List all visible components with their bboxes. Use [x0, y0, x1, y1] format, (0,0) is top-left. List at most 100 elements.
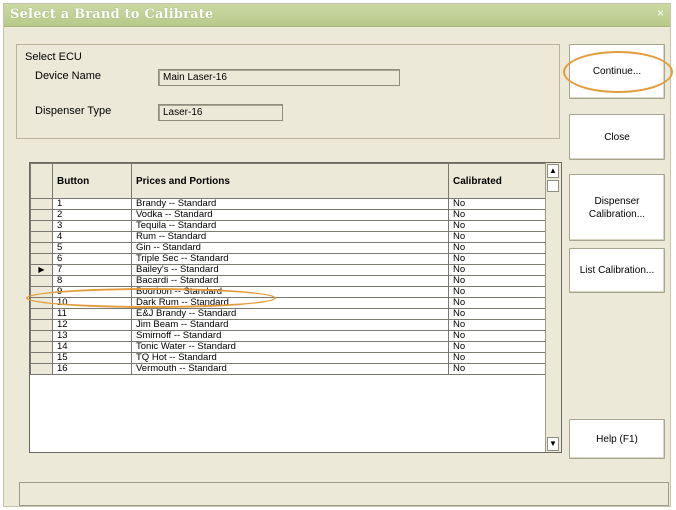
- help-button[interactable]: Help (F1): [569, 419, 665, 459]
- title-bar[interactable]: Select a Brand to Calibrate ×: [4, 4, 670, 27]
- continue-button[interactable]: Continue...: [569, 44, 665, 99]
- close-button-label: Close: [604, 131, 630, 143]
- cell-calibrated: No: [448, 198, 547, 210]
- cell-prices-portions: Vodka -- Standard: [131, 209, 449, 221]
- cell-prices-portions: Bailey's -- Standard: [131, 264, 449, 276]
- cell-button: 16: [52, 363, 132, 375]
- scroll-up-arrow-icon[interactable]: ▲: [547, 164, 559, 178]
- help-button-label: Help (F1): [596, 433, 638, 445]
- column-header-calibrated[interactable]: Calibrated: [448, 163, 547, 199]
- table-row[interactable]: 8 Bacardi -- Standard No: [30, 275, 547, 287]
- scroll-thumb[interactable]: [547, 180, 559, 192]
- cell-prices-portions: Gin -- Standard: [131, 242, 449, 254]
- cell-prices-portions: TQ Hot -- Standard: [131, 352, 449, 364]
- row-selector[interactable]: [30, 220, 53, 232]
- cell-button: 8: [52, 275, 132, 287]
- row-selector[interactable]: [30, 352, 53, 364]
- table-row[interactable]: 16 Vermouth -- Standard No: [30, 363, 547, 375]
- table-row[interactable]: 11 E&J Brandy -- Standard No: [30, 308, 547, 320]
- close-window-icon[interactable]: ×: [657, 6, 664, 20]
- cell-button: 12: [52, 319, 132, 331]
- row-selector[interactable]: [30, 253, 53, 265]
- row-selector[interactable]: [30, 275, 53, 287]
- cell-prices-portions: Rum -- Standard: [131, 231, 449, 243]
- cell-button: 2: [52, 209, 132, 221]
- cell-prices-portions: Bourbon -- Standard: [131, 286, 449, 298]
- grid-header-row: Button Prices and Portions Calibrated: [30, 163, 547, 199]
- row-selector[interactable]: [30, 297, 53, 309]
- select-ecu-label: Select ECU: [25, 51, 82, 63]
- cell-prices-portions: Vermouth -- Standard: [131, 363, 449, 375]
- cell-calibrated: No: [448, 209, 547, 221]
- cell-button: 4: [52, 231, 132, 243]
- cell-prices-portions: Bacardi -- Standard: [131, 275, 449, 287]
- cell-prices-portions: Triple Sec -- Standard: [131, 253, 449, 265]
- row-selector[interactable]: [30, 319, 53, 331]
- grid-vertical-scrollbar[interactable]: ▲ ▼: [545, 163, 561, 452]
- cell-button: 9: [52, 286, 132, 298]
- device-name-label: Device Name: [35, 70, 102, 82]
- close-button[interactable]: Close: [569, 114, 665, 160]
- table-row[interactable]: 12 Jim Beam -- Standard No: [30, 319, 547, 331]
- scroll-down-arrow-icon[interactable]: ▼: [547, 437, 559, 451]
- row-selector-header: [30, 163, 53, 199]
- cell-prices-portions: Brandy -- Standard: [131, 198, 449, 210]
- cell-calibrated: No: [448, 220, 547, 232]
- row-selector[interactable]: [30, 330, 53, 342]
- table-row[interactable]: 2 Vodka -- Standard No: [30, 209, 547, 221]
- row-selector[interactable]: [30, 286, 53, 298]
- table-row[interactable]: 13 Smirnoff -- Standard No: [30, 330, 547, 342]
- cell-button: 1: [52, 198, 132, 210]
- cell-button: 5: [52, 242, 132, 254]
- cell-button: 13: [52, 330, 132, 342]
- row-selector[interactable]: [30, 308, 53, 320]
- brand-grid[interactable]: Button Prices and Portions Calibrated 1B…: [29, 162, 562, 453]
- cell-button: 3: [52, 220, 132, 232]
- cell-calibrated: No: [448, 242, 547, 254]
- window-title: Select a Brand to Calibrate: [10, 7, 214, 22]
- table-row[interactable]: 14 Tonic Water -- Standard No: [30, 341, 547, 353]
- table-row[interactable]: 15 TQ Hot -- Standard No: [30, 352, 547, 364]
- continue-button-label: Continue...: [592, 66, 642, 77]
- brand-table: Button Prices and Portions Calibrated 1B…: [30, 163, 547, 375]
- cell-prices-portions: Dark Rum -- Standard: [131, 297, 449, 309]
- cell-button: 15: [52, 352, 132, 364]
- list-calibration-label: List Calibration...: [579, 265, 655, 276]
- dispenser-calibration-button[interactable]: Dispenser Calibration...: [569, 174, 665, 241]
- table-row[interactable]: 1 Brandy -- Standard No: [30, 198, 547, 210]
- table-row[interactable]: 3 Tequila -- Standard No: [30, 220, 547, 232]
- row-selector[interactable]: ▶: [30, 264, 53, 276]
- cell-calibrated: No: [448, 253, 547, 265]
- table-row[interactable]: ▶ 7 Bailey's -- Standard No: [30, 264, 547, 276]
- row-selector[interactable]: [30, 242, 53, 254]
- cell-button: 14: [52, 341, 132, 353]
- cell-button: 11: [52, 308, 132, 320]
- table-row[interactable]: 5 Gin -- Standard No: [30, 242, 547, 254]
- dispenser-calibration-label-line2: Calibration...: [588, 208, 646, 220]
- row-selector[interactable]: [30, 341, 53, 353]
- dispenser-type-field[interactable]: Laser-16: [158, 104, 283, 121]
- row-selector[interactable]: [30, 231, 53, 243]
- table-row[interactable]: 9 Bourbon -- Standard No: [30, 286, 547, 298]
- table-row[interactable]: 10 Dark Rum -- Standard No: [30, 297, 547, 309]
- device-name-field[interactable]: Main Laser-16: [158, 69, 400, 86]
- row-selector[interactable]: [30, 363, 53, 375]
- column-header-button[interactable]: Button: [52, 163, 132, 199]
- row-selector[interactable]: [30, 209, 53, 221]
- cell-prices-portions: Tequila -- Standard: [131, 220, 449, 232]
- dispenser-calibration-label-line1: Dispenser: [594, 195, 640, 207]
- cell-calibrated: No: [448, 363, 547, 375]
- cell-calibrated: No: [448, 341, 547, 353]
- select-ecu-group: Select ECU Device Name Main Laser-16 Dis…: [16, 44, 560, 139]
- cell-prices-portions: Jim Beam -- Standard: [131, 319, 449, 331]
- cell-calibrated: No: [448, 352, 547, 364]
- cell-button: 10: [52, 297, 132, 309]
- cell-calibrated: No: [448, 231, 547, 243]
- row-selector[interactable]: [30, 198, 53, 210]
- status-bar: [19, 482, 669, 506]
- table-row[interactable]: 4 Rum -- Standard No: [30, 231, 547, 243]
- list-calibration-button[interactable]: List Calibration...: [569, 248, 665, 293]
- dispenser-type-label: Dispenser Type: [35, 105, 112, 117]
- column-header-prices-portions[interactable]: Prices and Portions: [131, 163, 449, 199]
- table-row[interactable]: 6 Triple Sec -- Standard No: [30, 253, 547, 265]
